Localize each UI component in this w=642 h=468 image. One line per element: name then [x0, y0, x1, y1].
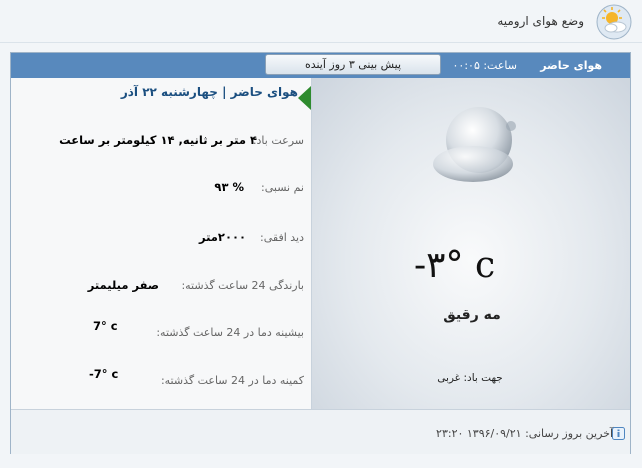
header-divider — [0, 42, 642, 43]
humidity-label: نم نسبی: — [261, 181, 304, 194]
wind-speed-label: سرعت باد: — [252, 134, 304, 147]
cloud-icon — [433, 107, 516, 182]
max-temp-value: 7° c — [93, 319, 118, 333]
current-temperature: -۳° c — [414, 245, 496, 286]
wind-speed-value: ۴ متر بر ثانیه, ۱۴ کیلومتر بر ساعت — [59, 133, 257, 147]
wind-direction: جهت باد: غربی — [437, 372, 503, 384]
min-temp-label: کمینه دما در 24 ساعت گذشته: — [160, 374, 304, 387]
precipitation-value: صفر میلیمتر — [87, 278, 159, 292]
tab-current-weather[interactable]: هوای حاضر — [540, 59, 602, 72]
max-temp-label: بیشینه دما در 24 ساعت گذشته: — [156, 326, 304, 339]
info-icon — [612, 427, 625, 440]
min-temp-value: -7° c — [89, 367, 119, 381]
visibility-value: ۲۰۰۰متر — [198, 230, 246, 244]
date-heading: هوای حاضر | چهارشنبه ۲۲ آذر — [120, 85, 298, 99]
page-title: وضع هوای ارومیه — [497, 14, 584, 28]
precipitation-label: بارندگی 24 ساعت گذشته: — [181, 279, 304, 292]
humidity-value: % ۹۳ — [214, 180, 244, 194]
forecast-button[interactable]: پیش بینی ۳ روز آینده — [265, 54, 441, 75]
pointer-arrow-icon — [298, 86, 311, 110]
visibility-label: دید افقی: — [260, 231, 304, 244]
weather-condition: مه رقیق — [443, 307, 501, 323]
time-label: ساعت: ۰۰:۰۵ — [452, 59, 517, 72]
sun-cloud-icon — [596, 4, 632, 40]
last-update-text: آخرین بروز رسانی: ۱۳۹۶/۰۹/۲۱ ۲۳:۲۰ — [436, 427, 613, 440]
